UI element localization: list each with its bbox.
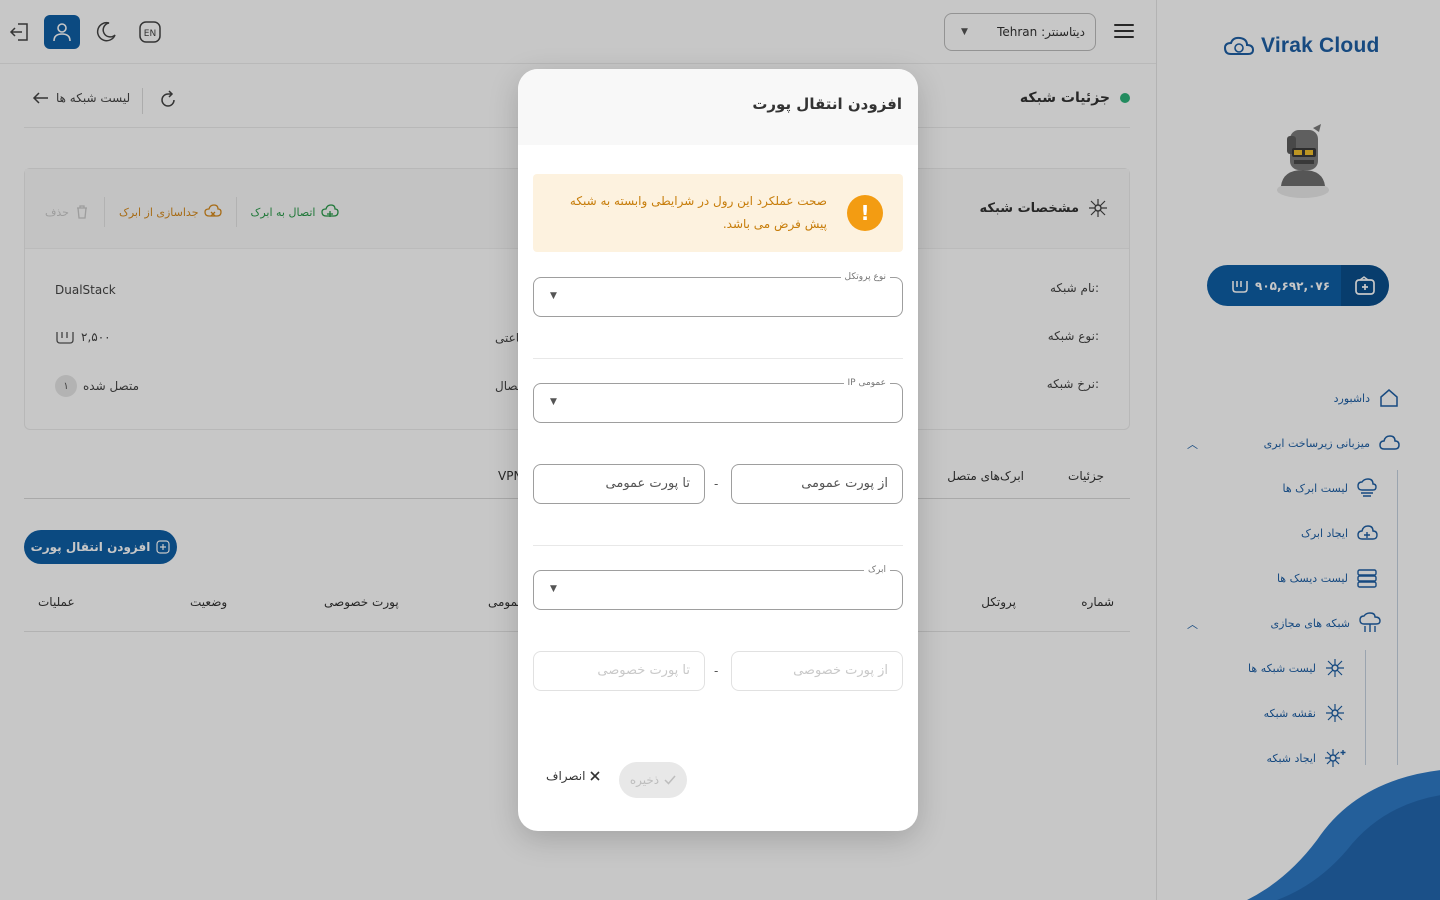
check-icon xyxy=(664,775,676,785)
chevron-down-icon: ▼ xyxy=(550,584,557,594)
to-private-port-placeholder: تا پورت خصوصی xyxy=(597,663,690,678)
to-private-port-input[interactable]: تا پورت خصوصی xyxy=(533,651,705,691)
divider xyxy=(533,358,903,359)
cancel-button[interactable]: انصراف xyxy=(546,769,601,783)
warning-alert: ! صحت عملکرد این رول در شرایطی وابسته به… xyxy=(533,174,903,252)
cancel-label: انصراف xyxy=(546,769,586,783)
chevron-down-icon: ▼ xyxy=(550,397,557,407)
public-ip-select[interactable]: IP عمومی ▼ xyxy=(533,376,903,423)
modal-title: افزودن انتقال پورت xyxy=(752,95,902,113)
save-label: ذخیره xyxy=(629,773,660,787)
save-button[interactable]: ذخیره xyxy=(619,762,687,798)
protocol-label: نوع پروتکل xyxy=(840,270,890,284)
range-separator: - xyxy=(714,477,719,491)
from-public-port-input[interactable]: از پورت عمومی xyxy=(731,464,903,504)
instance-select[interactable]: ابرک ▼ xyxy=(533,563,903,610)
modal-header: افزودن انتقال پورت xyxy=(518,69,918,145)
divider xyxy=(533,545,903,546)
chevron-down-icon: ▼ xyxy=(550,291,557,301)
range-separator: - xyxy=(714,664,719,678)
close-icon xyxy=(590,771,601,781)
alert-text: صحت عملکرد این رول در شرایطی وابسته به ش… xyxy=(569,194,827,231)
instance-label: ابرک xyxy=(863,563,890,577)
to-public-port-placeholder: تا پورت عمومی xyxy=(605,476,690,491)
exclamation-icon: ! xyxy=(847,195,883,231)
protocol-select[interactable]: نوع پروتکل ▼ xyxy=(533,270,903,317)
to-public-port-input[interactable]: تا پورت عمومی xyxy=(533,464,705,504)
public-ip-label: IP عمومی xyxy=(843,376,890,390)
add-port-forward-modal: افزودن انتقال پورت ! صحت عملکرد این رول … xyxy=(518,69,918,831)
from-private-port-placeholder: از پورت خصوصی xyxy=(793,663,888,678)
from-private-port-input[interactable]: از پورت خصوصی xyxy=(731,651,903,691)
from-public-port-placeholder: از پورت عمومی xyxy=(801,476,888,491)
